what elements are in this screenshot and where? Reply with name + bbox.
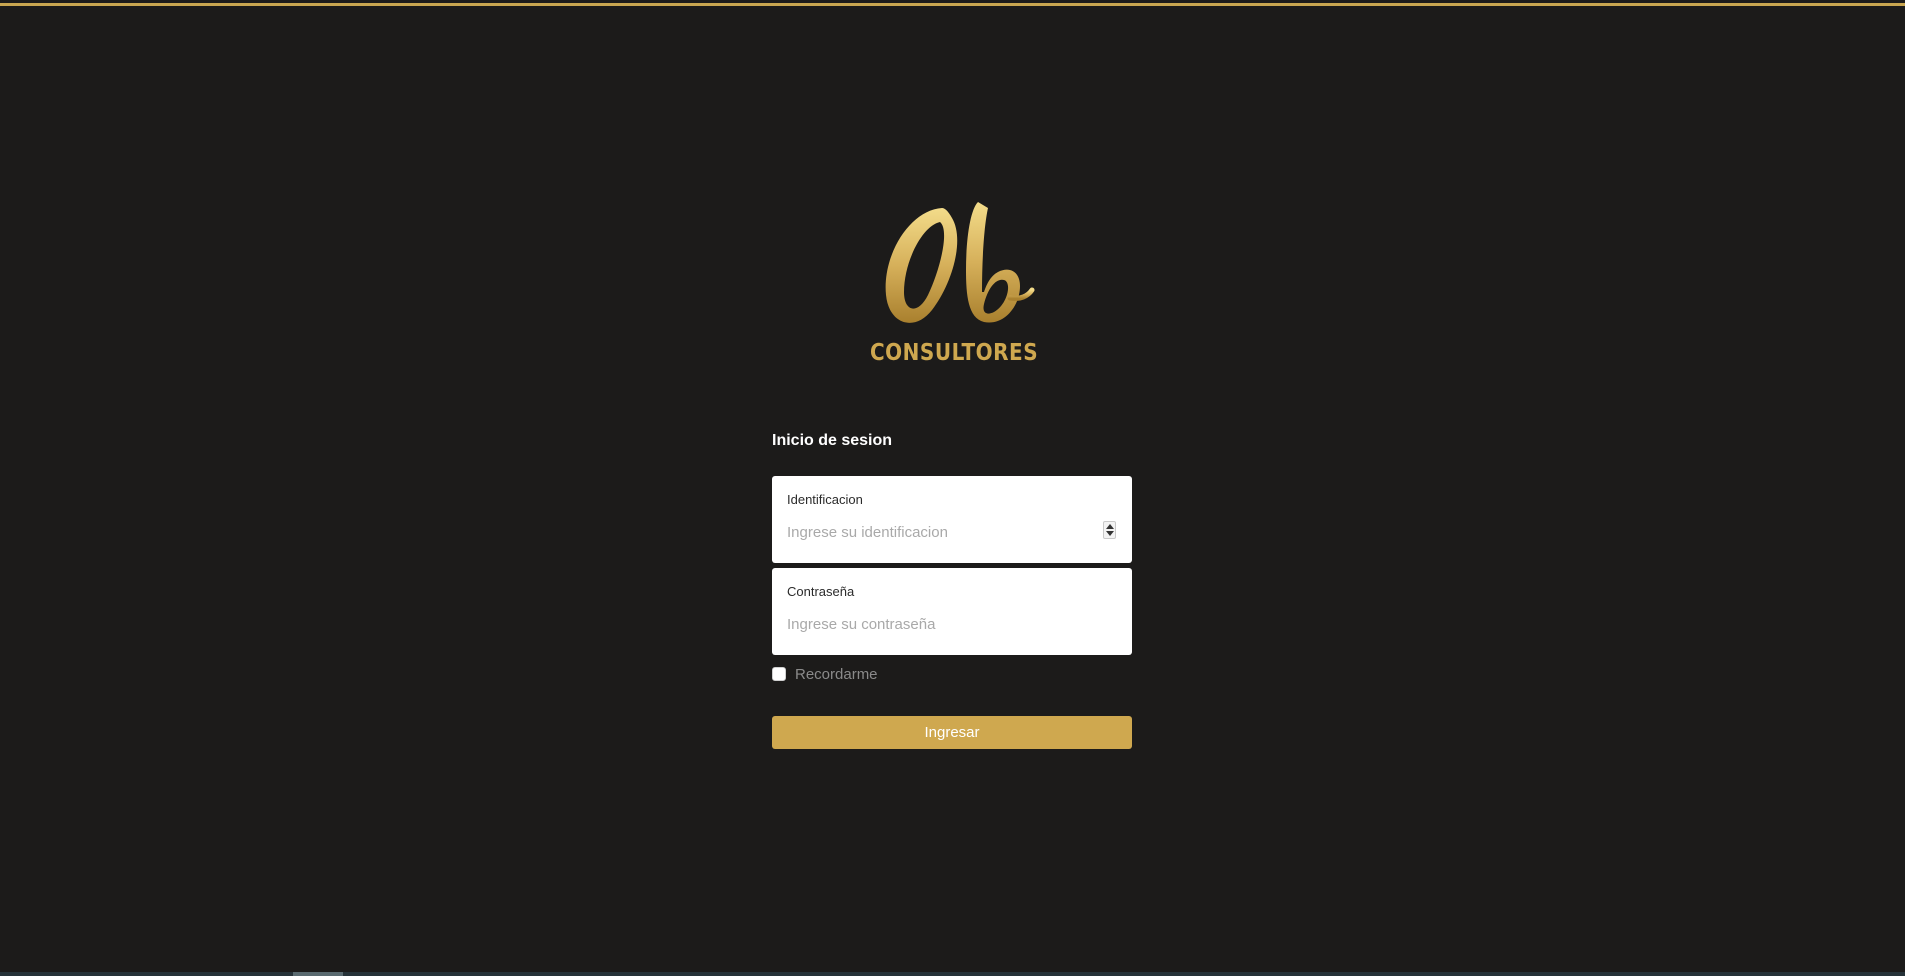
spin-up-icon[interactable] — [1106, 524, 1114, 529]
identification-label: Identificacion — [787, 492, 863, 507]
remember-me-checkbox[interactable] — [772, 667, 786, 681]
bottom-scrollbar[interactable] — [0, 972, 1905, 976]
number-spinner[interactable] — [1103, 521, 1116, 539]
company-logo: CONSULTORES — [870, 200, 1039, 370]
remember-me-label[interactable]: Recordarme — [795, 666, 878, 683]
login-page: CONSULTORES Inicio de sesion Identificac… — [0, 0, 1905, 976]
logo-monogram-icon — [885, 202, 1035, 323]
password-label: Contraseña — [787, 584, 855, 599]
login-form: Inicio de sesion Identificacion Contrase… — [772, 430, 1132, 749]
identification-field[interactable]: Identificacion — [772, 476, 1132, 563]
remember-me-row[interactable]: Recordarme — [772, 664, 1132, 684]
password-input[interactable] — [787, 613, 1087, 635]
form-title: Inicio de sesion — [772, 432, 893, 449]
identification-input[interactable] — [787, 521, 1087, 543]
login-submit-button[interactable]: Ingresar — [772, 716, 1132, 749]
password-field[interactable]: Contraseña — [772, 568, 1132, 655]
scrollbar-thumb[interactable] — [293, 972, 343, 976]
logo-wordmark: CONSULTORES — [870, 338, 1039, 366]
spin-down-icon[interactable] — [1106, 531, 1114, 536]
top-accent-bar — [0, 3, 1905, 6]
